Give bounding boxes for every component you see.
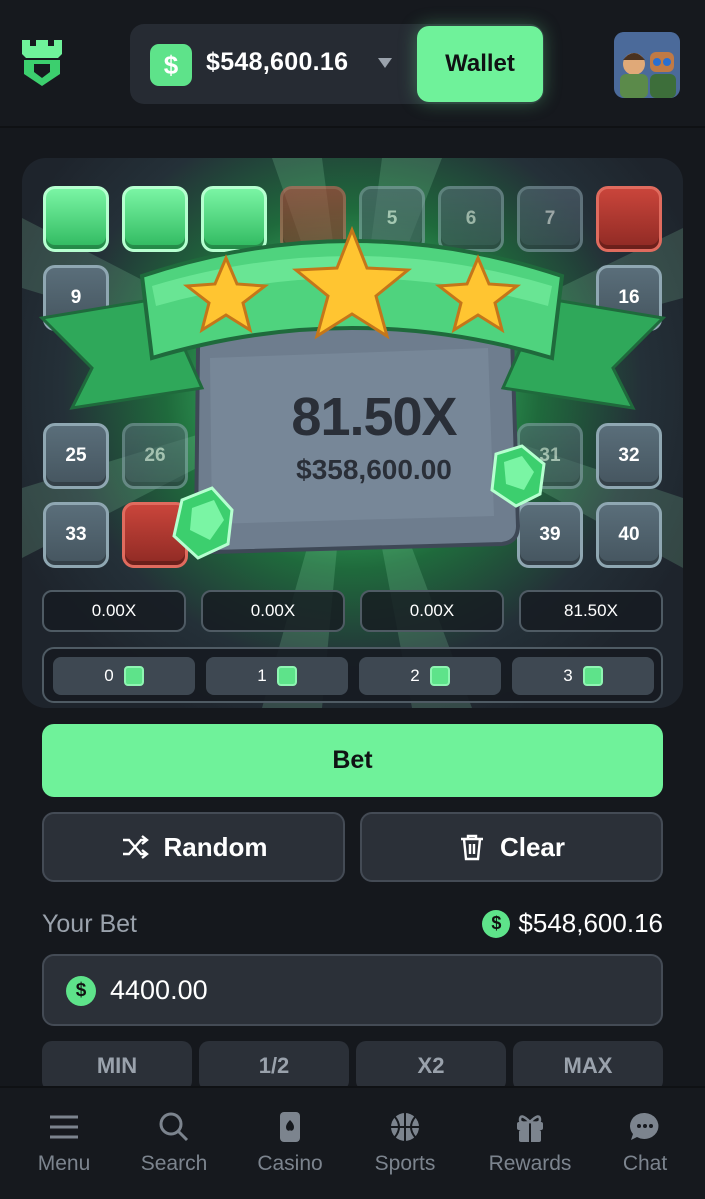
nav-chat[interactable]: Chat xyxy=(587,1110,703,1186)
gift-icon xyxy=(517,1115,543,1142)
gem-count-row: 0 1 2 3 xyxy=(42,647,663,703)
mines-game-board: 5 6 7 9 16 25 26 31 32 33 39 40 81.50X $… xyxy=(22,158,683,708)
win-amount: $358,600.00 xyxy=(296,454,452,485)
random-button[interactable]: Random xyxy=(42,812,345,882)
nav-search[interactable]: Search xyxy=(116,1110,232,1186)
gem-count-cell: 3 xyxy=(512,657,654,695)
gem-icon xyxy=(276,666,297,686)
nav-casino[interactable]: Casino xyxy=(232,1110,348,1186)
clear-button[interactable]: Clear xyxy=(360,812,663,882)
dollar-icon: $ xyxy=(150,44,192,86)
nav-sports[interactable]: Sports xyxy=(347,1110,463,1186)
castle-logo-icon[interactable] xyxy=(20,38,64,88)
search-icon xyxy=(159,1112,189,1142)
playing-card-icon xyxy=(280,1112,300,1142)
gem-icon xyxy=(123,666,144,686)
multiplier-cell: 81.50X xyxy=(519,590,663,632)
dollar-icon: $ xyxy=(482,909,511,938)
multiplier-cell: 0.00X xyxy=(201,590,345,632)
bet-button[interactable]: Bet xyxy=(42,724,663,797)
avatar[interactable] xyxy=(614,32,680,98)
gem-count-cell: 2 xyxy=(359,657,501,695)
caret-down-icon[interactable] xyxy=(378,58,392,68)
trash-icon xyxy=(460,834,483,861)
min-button[interactable]: MIN xyxy=(42,1041,192,1091)
basketball-icon xyxy=(391,1113,419,1141)
nav-menu[interactable]: Menu xyxy=(6,1110,122,1186)
gem-count-cell: 1 xyxy=(206,657,348,695)
double-button[interactable]: X2 xyxy=(356,1041,506,1091)
gem-count-cell: 0 xyxy=(53,657,195,695)
your-bet-balance: $ $548,600.16 xyxy=(482,908,663,939)
balance-amount: $548,600.16 xyxy=(206,48,349,76)
clear-label: Clear xyxy=(499,831,566,862)
gem-icon xyxy=(429,666,450,686)
multiplier-cell: 0.00X xyxy=(42,590,186,632)
multiplier-cell: 0.00X xyxy=(360,590,504,632)
top-bar: $ $548,600.16 Wallet xyxy=(0,0,705,128)
bet-amount-input[interactable] xyxy=(110,970,630,1010)
win-multiplier: 81.50X xyxy=(291,387,457,447)
balance-pill[interactable]: $ $548,600.16 Wallet xyxy=(130,24,544,104)
nav-rewards[interactable]: Rewards xyxy=(472,1110,588,1186)
menu-icon xyxy=(50,1115,78,1139)
dollar-icon: $ xyxy=(66,976,96,1006)
half-button[interactable]: 1/2 xyxy=(199,1041,349,1091)
max-button[interactable]: MAX xyxy=(513,1041,663,1091)
random-label: Random xyxy=(163,831,268,862)
wallet-button[interactable]: Wallet xyxy=(417,26,543,102)
chat-bubble-icon xyxy=(630,1112,659,1140)
multiplier-row: 0.00X 0.00X 0.00X 81.50X xyxy=(42,590,663,632)
shuffle-icon xyxy=(122,835,149,859)
gem-icon xyxy=(582,666,603,686)
bottom-nav: Menu Search Casino Sports Rewards Chat xyxy=(0,1086,705,1199)
your-bet-label: Your Bet xyxy=(42,910,137,938)
gem-icon xyxy=(172,486,234,560)
bet-amount-field[interactable]: $ xyxy=(42,954,663,1026)
